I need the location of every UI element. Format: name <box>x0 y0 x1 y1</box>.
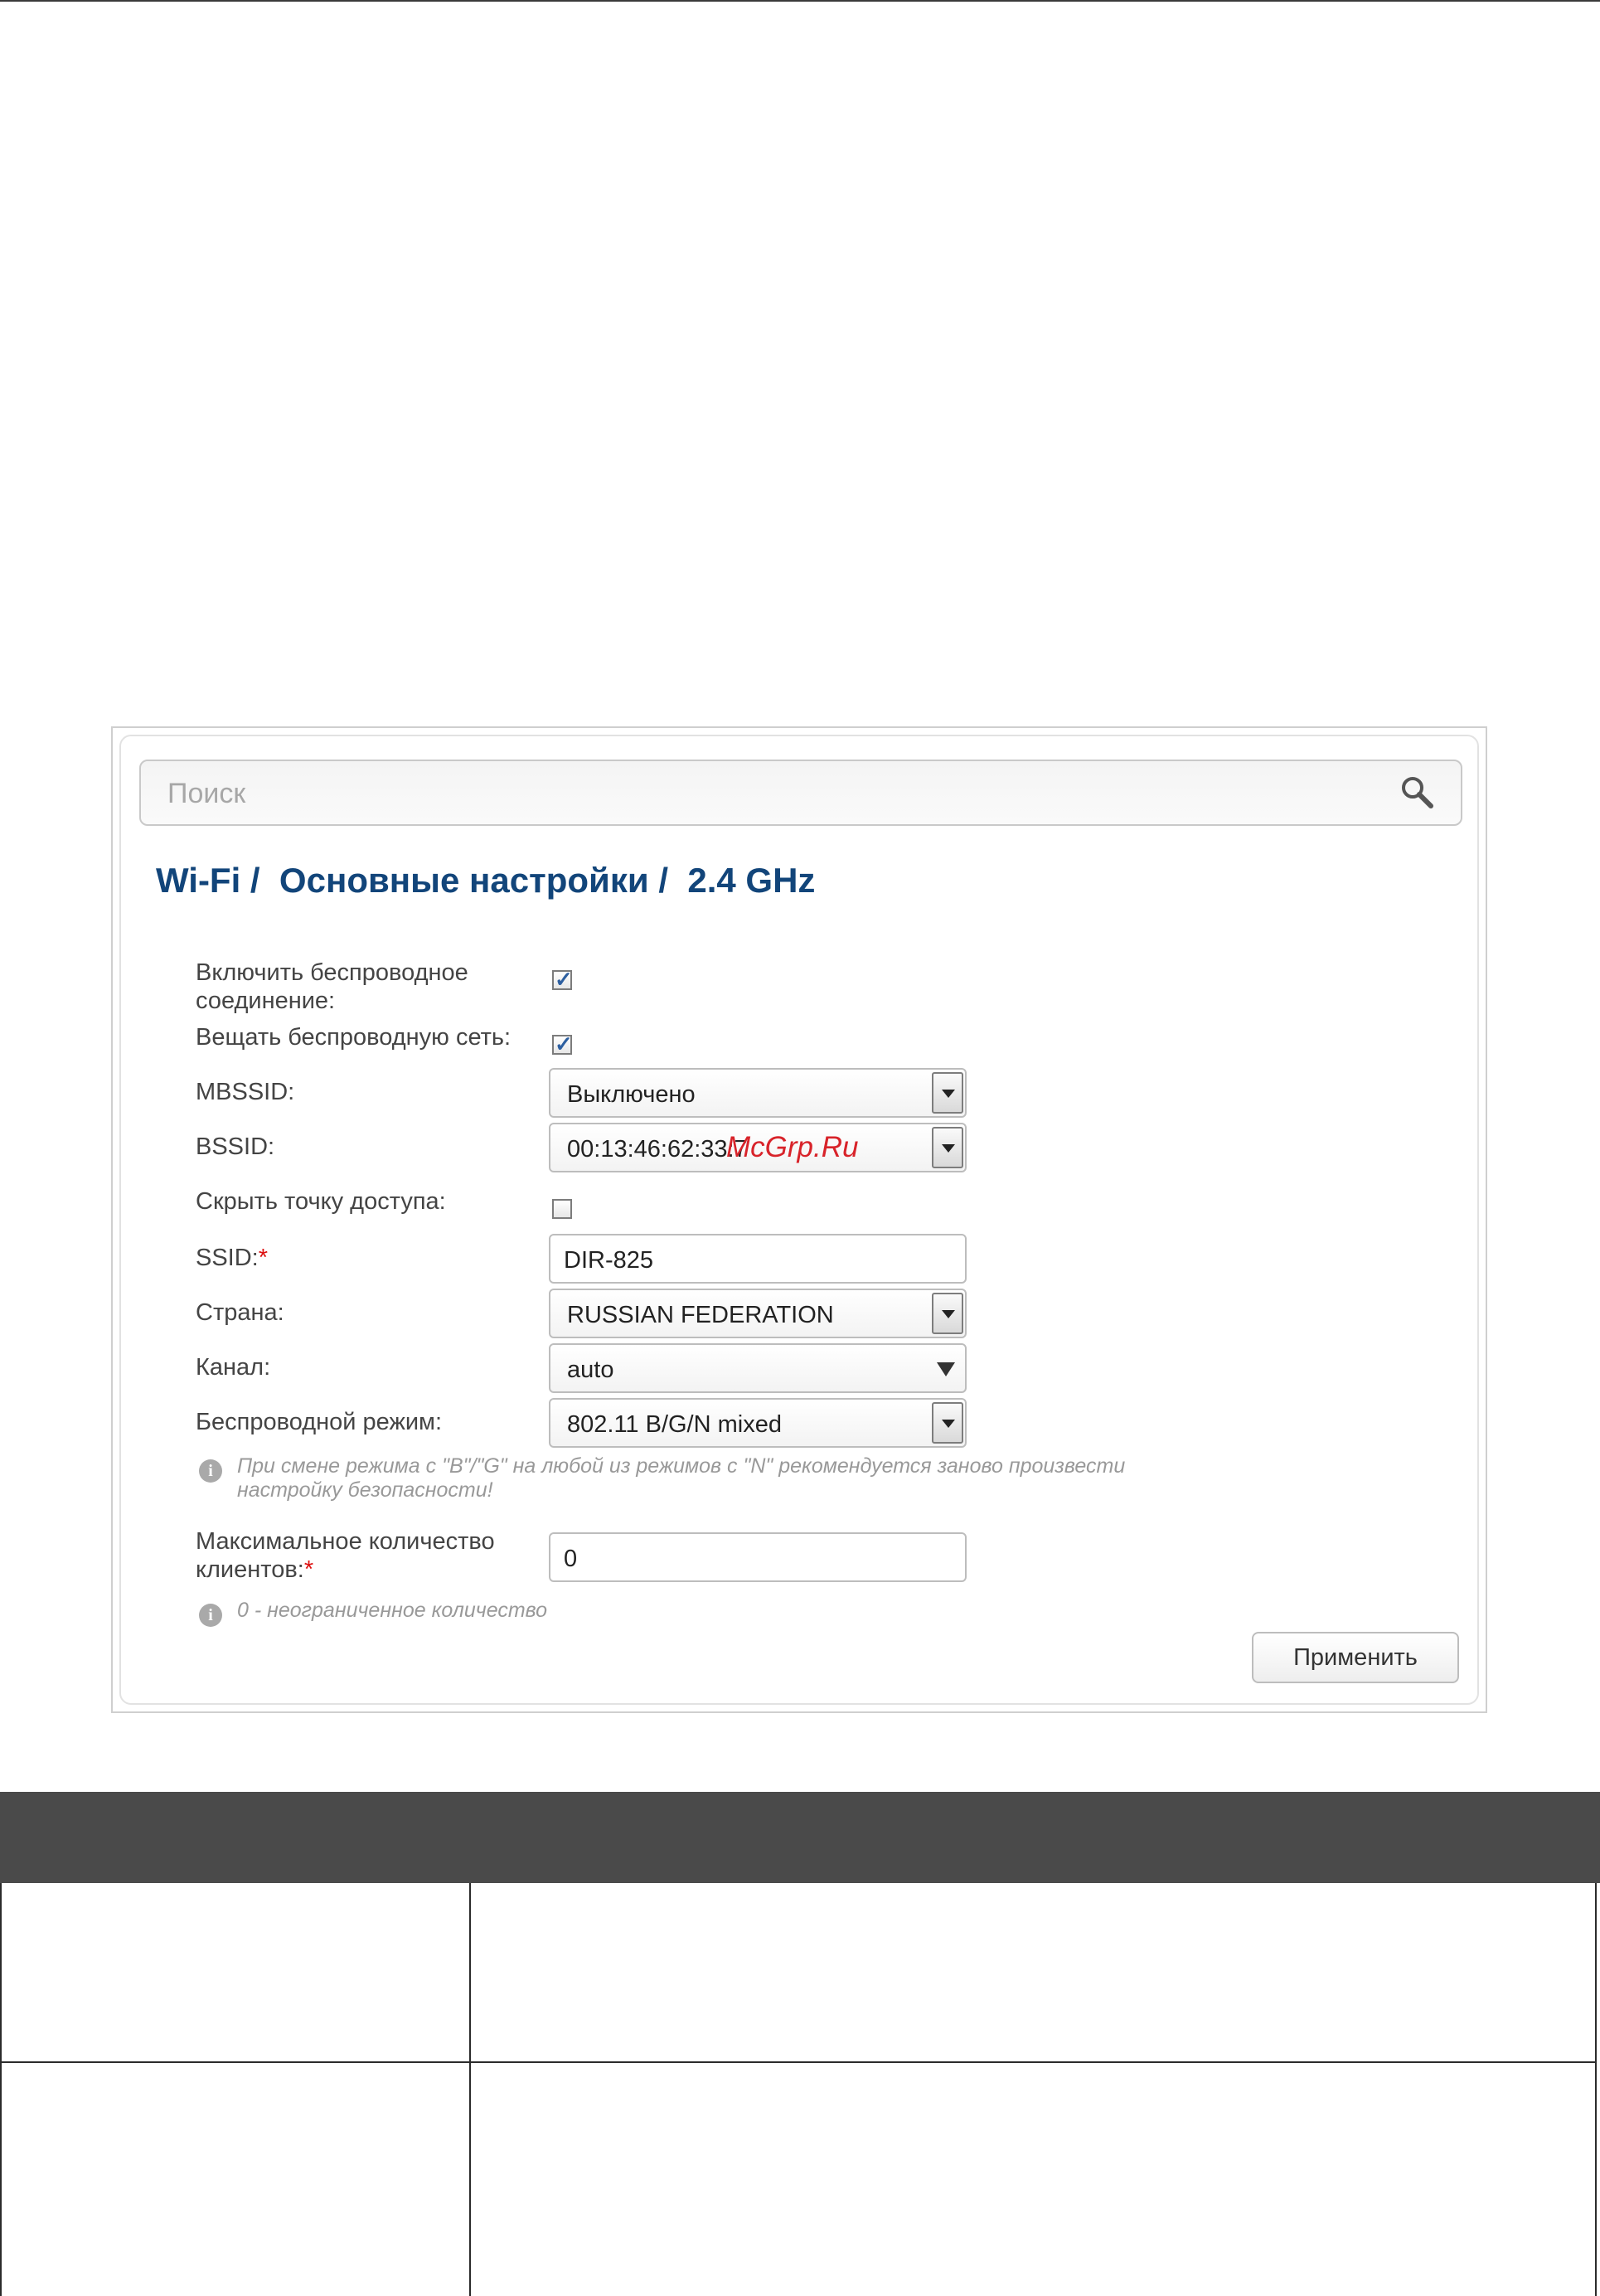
required-mark: * <box>303 1556 314 1583</box>
enable-wireless-label: Включить беспроводное соединение: <box>196 959 468 1014</box>
required-mark: * <box>258 1245 269 1271</box>
max-clients-label-text: Максимальное количество клиентов: <box>196 1528 495 1583</box>
ssid-label-text: SSID: <box>196 1245 259 1271</box>
enable-wireless-checkbox[interactable]: ✓ <box>552 967 573 992</box>
bssid-select[interactable]: 00:13:46:62:33:7 McGrp.Ru <box>549 1123 967 1172</box>
wireless-mode-value: 802.11 B/G/N mixed <box>567 1411 782 1438</box>
settings-panel: Wi-Fi / Основные настройки / 2.4 GHz Вкл… <box>119 735 1479 1705</box>
broadcast-network-label: Вещать беспроводную сеть: <box>196 1024 512 1051</box>
country-value: RUSSIAN FEDERATION <box>567 1302 834 1328</box>
info-icon: i <box>199 1604 222 1627</box>
search-input[interactable] <box>166 774 1363 813</box>
country-label: Страна: <box>196 1299 284 1326</box>
apply-button[interactable]: Применить <box>1252 1632 1459 1683</box>
hide-ap-checkbox[interactable] <box>552 1199 572 1219</box>
chevron-down-icon[interactable] <box>932 1293 963 1334</box>
broadcast-network-checkbox[interactable]: ✓ <box>552 1032 573 1056</box>
chevron-down-icon[interactable] <box>932 1127 963 1168</box>
max-clients-label: Максимальное количество клиентов:* <box>196 1527 511 1584</box>
bssid-value: 00:13:46:62:33:7 <box>567 1136 748 1163</box>
max-clients-input[interactable]: 0 <box>549 1532 967 1582</box>
watermark-text: McGrp.Ru <box>726 1131 859 1163</box>
checkmark-icon: ✓ <box>555 967 573 992</box>
checkmark-icon: ✓ <box>555 1032 573 1056</box>
top-rule <box>0 0 1600 2</box>
max-clients-note: 0 - неограниченное количество <box>237 1599 548 1622</box>
mbssid-select[interactable]: Выключено <box>549 1068 967 1118</box>
ssid-value: DIR-825 <box>564 1247 653 1274</box>
hide-ap-label: Скрыть точку доступа: <box>196 1188 446 1215</box>
search-bar[interactable] <box>139 760 1462 826</box>
channel-select[interactable]: auto <box>549 1343 967 1393</box>
bssid-label: BSSID: <box>196 1133 275 1160</box>
mbssid-label: MBSSID: <box>196 1079 295 1105</box>
country-select[interactable]: RUSSIAN FEDERATION <box>549 1289 967 1338</box>
ssid-input[interactable]: DIR-825 <box>549 1234 967 1284</box>
column-divider <box>469 2063 471 2296</box>
table-header <box>0 1792 1600 1883</box>
chevron-down-icon[interactable] <box>932 1402 963 1444</box>
mbssid-value: Выключено <box>567 1081 696 1108</box>
mode-note: При смене режима с "B"/"G" на любой из р… <box>237 1454 1126 1502</box>
table-row <box>0 2063 1597 2296</box>
screenshot-frame: Wi-Fi / Основные настройки / 2.4 GHz Вкл… <box>111 726 1487 1713</box>
table-row <box>0 1883 1597 2063</box>
max-clients-value: 0 <box>564 1546 578 1572</box>
ssid-label: SSID:* <box>196 1244 268 1272</box>
info-icon: i <box>199 1459 222 1483</box>
chevron-down-icon[interactable] <box>937 1362 955 1376</box>
channel-label: Канал: <box>196 1354 271 1381</box>
wireless-mode-select[interactable]: 802.11 B/G/N mixed <box>549 1398 967 1448</box>
search-icon[interactable] <box>1399 774 1436 811</box>
page-title: Wi-Fi / Основные настройки / 2.4 GHz <box>156 861 816 900</box>
column-divider <box>469 1883 471 2061</box>
wireless-mode-label: Беспроводной режим: <box>196 1409 443 1435</box>
channel-value: auto <box>567 1357 614 1383</box>
chevron-down-icon[interactable] <box>932 1072 963 1114</box>
